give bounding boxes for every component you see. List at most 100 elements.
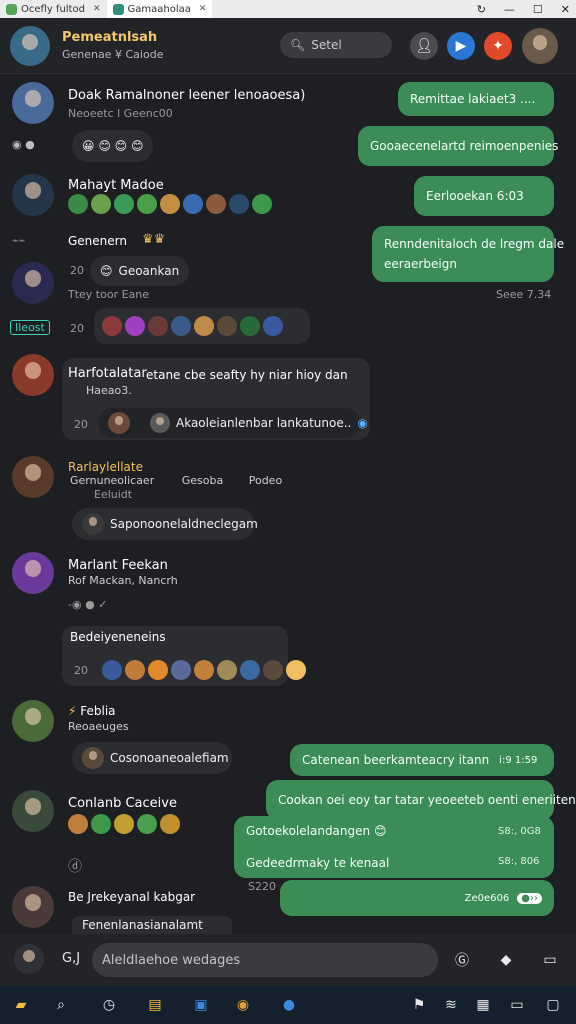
tab-label: Gamaaholaa — [127, 3, 191, 15]
composer-label[interactable]: G,J — [62, 951, 80, 966]
sender-name: Conlanb Caceive — [68, 796, 177, 811]
smile-icon: 😊 — [100, 264, 113, 278]
avatar[interactable] — [12, 700, 54, 742]
outgoing-message[interactable]: Ze0e606 ●›› — [280, 880, 554, 916]
attach-icon[interactable] — [14, 944, 44, 974]
message-count: 20 — [70, 322, 84, 335]
avatar[interactable] — [12, 552, 54, 594]
avatar[interactable] — [12, 456, 54, 498]
timestamp: S8:, 0G8 — [498, 826, 541, 837]
notification-icon[interactable]: ✦ — [484, 32, 512, 60]
timestamp: Seee 7.34 — [496, 288, 552, 301]
message-text: Eerlooekan 6:03 — [426, 189, 524, 203]
pill-label: Saponoonelaldneclegam — [110, 517, 258, 531]
avatar[interactable] — [12, 790, 54, 832]
outgoing-message[interactable]: Gooaecenelartd reimoenpenies — [358, 126, 558, 166]
message-input[interactable]: Aleldlaehoe wedages — [92, 943, 438, 977]
avatar[interactable] — [12, 82, 54, 124]
tab-1[interactable]: Ocefly fultod ✕ — [0, 0, 107, 18]
reaction-pill[interactable]: 😀 😊 😊 😊 — [72, 130, 154, 162]
message-text: eeraerbeign — [384, 257, 457, 271]
chat-header: Pemeatnlsah Genenae ¥ Caiode 🔍︎ Setel 👤︎… — [0, 18, 576, 74]
message-meta: Reoaeuges — [68, 720, 129, 733]
info-icon[interactable]: ⓓ — [68, 856, 82, 876]
reply-icon[interactable]: ◉ — [357, 416, 367, 430]
emoji-reactions: 😀 😊 😊 😊 — [82, 139, 144, 153]
keyboard-icon[interactable]: ▦ — [472, 994, 494, 1016]
avatar[interactable] — [12, 354, 54, 396]
emoji-icon[interactable]: Ⓖ — [450, 948, 474, 972]
folder-icon[interactable]: ▰ — [10, 994, 32, 1016]
tab-2[interactable]: Gamaaholaa ✕ — [106, 0, 213, 18]
message-meta: Gernuneolicaer Gesoba Podeo — [70, 474, 282, 487]
avatar[interactable] — [12, 262, 54, 304]
message-meta: Ttey toor Eane — [68, 288, 150, 301]
reaction-pill[interactable]: Fenenlanasianalamt — [72, 916, 232, 934]
chat-icon[interactable]: ▢ — [542, 994, 564, 1016]
minimize-button[interactable]: — — [504, 3, 515, 16]
message-meta: Eeluidt — [94, 488, 133, 501]
timestamp: i:9 1:59 — [499, 754, 538, 766]
close-icon[interactable]: ✕ — [93, 4, 101, 14]
maximize-button[interactable]: ☐ — [533, 3, 543, 16]
reaction-pill[interactable]: Saponoonelaldneclegam — [72, 508, 258, 540]
window-controls: ↻ — ☐ ✕ — [477, 0, 570, 18]
message-text: Gooaecenelartd reimoenpenies — [370, 139, 559, 153]
monitor-icon[interactable]: ▭ — [506, 994, 528, 1016]
refresh-icon[interactable]: ↻ — [477, 3, 486, 16]
avatar — [82, 513, 104, 535]
group-avatar[interactable] — [10, 25, 50, 66]
message-count: 20 — [74, 418, 88, 431]
message-meta: Rof Mackan, Nancrh — [68, 574, 178, 587]
shield-icon[interactable]: ● — [278, 994, 300, 1016]
message-placeholder: Aleldlaehoe wedages — [102, 952, 241, 968]
message-text: Renndenitaloch de lregm dale — [384, 237, 565, 251]
pill-label: Fenenlanasianalamt — [82, 918, 203, 932]
avatar[interactable] — [12, 886, 54, 928]
wifi-icon[interactable]: ≋ — [440, 994, 462, 1016]
outgoing-message[interactable]: Eerlooekan 6:03 — [414, 176, 554, 216]
message-text: Remittae lakiaet3 .... — [410, 92, 536, 106]
person-icon[interactable]: 👤︎ — [410, 32, 438, 60]
store-icon[interactable]: ▤ — [144, 994, 166, 1016]
sticker-icon[interactable]: ◆ — [494, 948, 518, 972]
message-text: Gotoekolelandangen 😊 — [246, 824, 387, 838]
app-icon[interactable]: ▣ — [190, 994, 212, 1016]
avatar[interactable] — [12, 174, 54, 216]
clock-icon[interactable]: ◷ — [98, 994, 120, 1016]
tab-label: Ocefly fultod — [21, 3, 85, 15]
timestamp: S8:, 806 — [498, 856, 540, 867]
avatar — [150, 413, 170, 433]
timestamp: S220 — [248, 880, 276, 893]
reaction-pill[interactable]: Cosonoaneoalefiam — [72, 742, 232, 774]
message-meta: ⌁⌁ — [12, 234, 26, 247]
avatar-strip — [68, 814, 180, 834]
reaction-pill[interactable]: 😊 Geoankan — [90, 256, 190, 286]
send-icon[interactable]: ▭ — [538, 948, 562, 972]
bolt-icon: ⚡ — [68, 704, 77, 718]
outgoing-message[interactable]: Renndenitaloch de lregm dale eeraerbeign — [372, 226, 564, 282]
search-input[interactable]: 🔍︎ Setel — [280, 32, 392, 58]
crown-icon: ♛♛ — [142, 232, 166, 247]
outgoing-message[interactable]: Catenean beerkamteacry itann i:9 1:59 — [290, 744, 554, 776]
video-icon[interactable]: ▶ — [447, 32, 475, 60]
reaction-icons: ◉ ● — [12, 138, 35, 151]
close-window-button[interactable]: ✕ — [561, 3, 570, 16]
avatar — [82, 747, 104, 769]
sender-name: Mahayt Madoe — [68, 178, 164, 193]
sender-name: Marlant Feekan — [68, 558, 168, 573]
outgoing-message[interactable]: Cookan oei eoy tar tatar yeoeeteb oenti … — [266, 780, 576, 820]
pill-label: Cosonoaneoalefiam — [110, 751, 229, 765]
sender-name: Rarlaylellate — [68, 460, 143, 474]
browser-icon[interactable]: ◉ — [232, 994, 254, 1016]
quoted-message[interactable]: Akaoleianlenbar lankatunoe.. ◉ — [98, 408, 368, 438]
sender-name: Harfotalatar — [68, 366, 147, 381]
sender-name: Doak Ramalnoner leener lenoaoesa) — [68, 88, 306, 103]
close-icon[interactable]: ✕ — [199, 4, 207, 14]
message-feed[interactable]: Doak Ramalnoner leener lenoaoesa) Neoeet… — [0, 74, 576, 934]
flag-icon[interactable]: ⚑ — [408, 994, 430, 1016]
message-text: etane cbe seafty hy niar hioy dan — [146, 368, 348, 382]
search-icon[interactable]: ⌕ — [50, 994, 72, 1016]
user-avatar[interactable] — [522, 28, 558, 64]
outgoing-message[interactable]: Remittae lakiaet3 .... — [398, 82, 554, 116]
